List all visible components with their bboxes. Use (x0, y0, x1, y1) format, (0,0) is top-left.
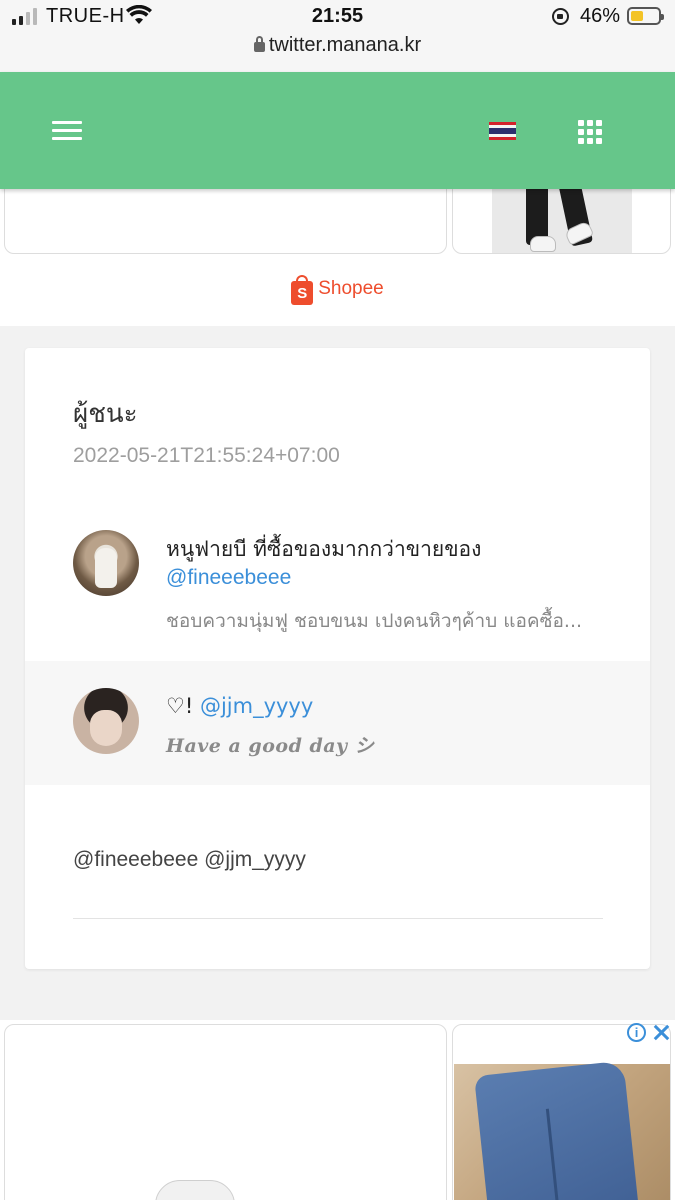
user-name-line: ♡! @jjm_yyyy (166, 694, 313, 718)
user-row[interactable]: หนูฟายบี ที่ซื้อของมากกว่าขายของ @fineee… (25, 513, 650, 661)
rotation-lock-icon (552, 8, 569, 25)
user-name: ♡! (166, 694, 194, 718)
app-header (0, 72, 675, 189)
user-name: หนูฟายบี ที่ซื้อของมากกว่าขายของ (166, 537, 482, 561)
thai-flag-icon[interactable] (489, 122, 516, 140)
battery-icon (627, 7, 664, 25)
user-row[interactable]: ♡! @jjm_yyyy Have a good day シ (25, 661, 650, 785)
battery-level (631, 11, 643, 21)
close-icon[interactable] (652, 1023, 671, 1042)
user-handle-link[interactable]: @fineeebeee (166, 566, 291, 590)
shopee-label: Shopee (318, 278, 384, 299)
winner-card: ผู้ชนะ 2022-05-21T21:55:24+07:00 หนูฟายบ… (25, 348, 650, 969)
url-text: twitter.manana.kr (268, 34, 422, 56)
shopee-link[interactable]: S Shopee (0, 275, 675, 305)
shopee-bag-icon: S (291, 275, 314, 305)
status-time: 21:55 (311, 5, 364, 27)
user-handle-link[interactable]: @jjm_yyyy (200, 694, 313, 718)
divider (73, 918, 603, 919)
battery-percent: 46% (580, 5, 621, 27)
avatar[interactable] (73, 530, 139, 596)
user-description: ชอบความนุ่มฟู ชอบขนม เปงคนหิวๆค้าบ แอคซื… (166, 610, 583, 632)
hamburger-menu-icon[interactable] (52, 121, 82, 141)
address-bar[interactable]: twitter.manana.kr (0, 34, 675, 57)
user-description: Have a good day シ (166, 735, 375, 757)
status-bar: TRUE-H 21:55 46% twitter.manana.kr (0, 0, 675, 72)
ad-left-panel[interactable] (4, 1024, 447, 1200)
bottom-ad-area (0, 1020, 675, 1200)
ad-product-image[interactable] (452, 1024, 671, 1200)
avatar[interactable] (73, 688, 139, 754)
card-date: 2022-05-21T21:55:24+07:00 (73, 444, 340, 467)
lock-icon (253, 36, 265, 52)
card-title: ผู้ชนะ (73, 399, 138, 429)
ad-sneaker-image (155, 1180, 235, 1200)
mentions-text: @fineeebeee @jjm_yyyy (73, 848, 306, 871)
info-icon[interactable]: i (627, 1023, 646, 1042)
ad-jeans-photo (454, 1060, 670, 1200)
ad-choices: i (627, 1023, 671, 1042)
grid-apps-icon[interactable] (578, 120, 602, 144)
